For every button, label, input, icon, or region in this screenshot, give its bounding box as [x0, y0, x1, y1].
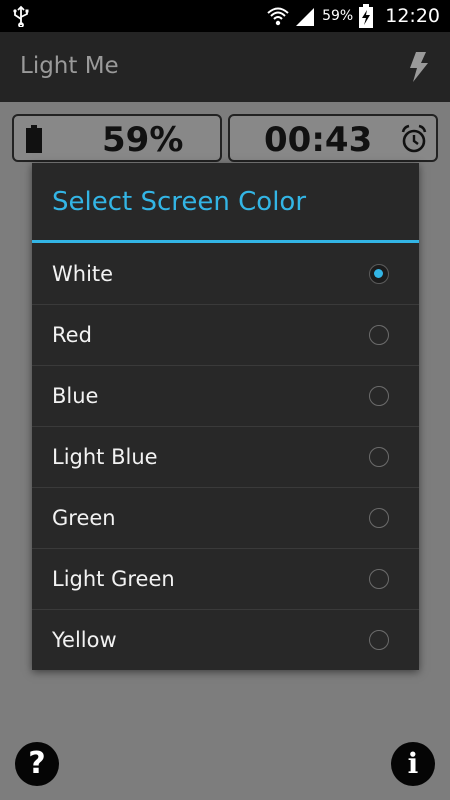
app-title: Light Me — [20, 53, 119, 79]
dialog-title-divider — [32, 240, 419, 243]
usb-icon — [13, 5, 29, 27]
radio-button[interactable] — [369, 630, 389, 650]
battery-charging-icon — [359, 4, 374, 28]
option-label: Light Blue — [52, 445, 158, 469]
option-label: Green — [52, 506, 116, 530]
timer-panel: 00:43 — [228, 114, 438, 162]
battery-panel: 59% — [12, 114, 222, 162]
option-label: Light Green — [52, 567, 175, 591]
action-bar: Light Me — [0, 32, 450, 102]
option-label: Yellow — [52, 628, 117, 652]
help-button[interactable]: ? — [15, 742, 59, 786]
flash-icon[interactable] — [404, 50, 432, 84]
info-icon: i — [407, 747, 419, 780]
color-option-light-green[interactable]: Light Green — [32, 549, 419, 610]
status-time: 12:20 — [385, 5, 440, 27]
status-bar: 59% 12:20 — [0, 0, 450, 32]
color-option-red[interactable]: Red — [32, 305, 419, 366]
option-label: Red — [52, 323, 92, 347]
radio-button[interactable] — [369, 325, 389, 345]
wifi-icon — [267, 7, 289, 26]
timer-value: 00:43 — [264, 120, 373, 160]
option-label: Blue — [52, 384, 99, 408]
radio-button[interactable] — [369, 386, 389, 406]
radio-button-selected[interactable] — [369, 264, 389, 284]
signal-icon — [296, 8, 315, 26]
color-option-green[interactable]: Green — [32, 488, 419, 549]
help-icon: ? — [28, 746, 46, 781]
radio-button[interactable] — [369, 569, 389, 589]
color-option-light-blue[interactable]: Light Blue — [32, 427, 419, 488]
color-option-blue[interactable]: Blue — [32, 366, 419, 427]
battery-level-value: 59% — [102, 120, 184, 160]
info-button[interactable]: i — [391, 742, 435, 786]
battery-icon — [26, 125, 42, 153]
color-options-list: White Red Blue Light Blue Green Light Gr… — [32, 244, 419, 671]
alarm-clock-icon[interactable] — [400, 124, 428, 154]
select-color-dialog: Select Screen Color White Red Blue Light… — [32, 163, 419, 670]
radio-button[interactable] — [369, 508, 389, 528]
color-option-white[interactable]: White — [32, 244, 419, 305]
color-option-yellow[interactable]: Yellow — [32, 610, 419, 671]
dialog-title: Select Screen Color — [52, 187, 307, 217]
option-label: White — [52, 262, 114, 286]
radio-button[interactable] — [369, 447, 389, 467]
status-battery-percent: 59% — [322, 8, 354, 24]
